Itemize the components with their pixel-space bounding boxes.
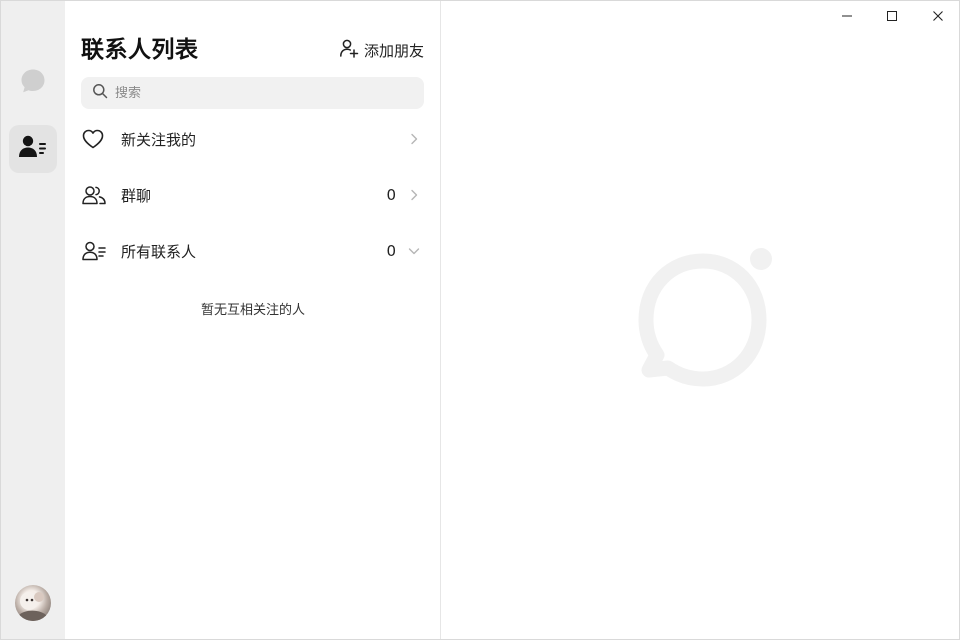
- chevron-down-icon: [404, 231, 424, 271]
- app-window: 联系人列表 添加朋友 搜索 新关注我的 群聊 0 所有联系人 0 暂无互相关注的…: [0, 0, 960, 640]
- new-followers-row[interactable]: 新关注我的: [81, 119, 424, 159]
- minimize-button[interactable]: [824, 1, 870, 31]
- group-icon: [81, 175, 113, 215]
- contacts-icon: [18, 134, 48, 164]
- all-contacts-row[interactable]: 所有联系人 0: [81, 231, 424, 271]
- maximize-icon: [886, 7, 898, 26]
- row-label: 群聊: [121, 186, 152, 205]
- add-friend-label: 添加朋友: [363, 41, 424, 60]
- contact-list-icon: [81, 231, 113, 271]
- chevron-right-icon: [404, 175, 424, 215]
- user-avatar[interactable]: [15, 585, 51, 621]
- contacts-panel: 联系人列表 添加朋友 搜索 新关注我的 群聊 0 所有联系人 0 暂无互相关注的…: [65, 1, 441, 639]
- group-chats-row[interactable]: 群聊 0: [81, 175, 424, 215]
- row-count: 0: [386, 242, 396, 260]
- search-box: [81, 77, 424, 109]
- minimize-icon: [841, 7, 853, 26]
- add-friend-button[interactable]: 添加朋友: [339, 39, 424, 61]
- main-area: [441, 1, 959, 639]
- chat-bubble-icon: [20, 68, 46, 98]
- maximize-button[interactable]: [869, 1, 915, 31]
- page-title: 联系人列表: [81, 37, 199, 63]
- add-user-icon: [339, 38, 359, 62]
- chevron-right-icon: [404, 119, 424, 159]
- row-label: 新关注我的: [121, 130, 197, 149]
- search-input[interactable]: [115, 85, 405, 101]
- close-icon: [932, 7, 944, 26]
- row-label: 所有联系人: [121, 242, 197, 261]
- row-count: 0: [386, 186, 396, 204]
- heart-icon: [81, 119, 113, 159]
- search-icon: [92, 83, 108, 103]
- empty-state-text: 暂无互相关注的人: [200, 303, 305, 318]
- nav-rail: [1, 1, 65, 639]
- nav-contacts-button[interactable]: [9, 125, 57, 173]
- nav-messages-button[interactable]: [9, 59, 57, 107]
- close-button[interactable]: [915, 1, 959, 31]
- logo-watermark-icon: [631, 239, 781, 393]
